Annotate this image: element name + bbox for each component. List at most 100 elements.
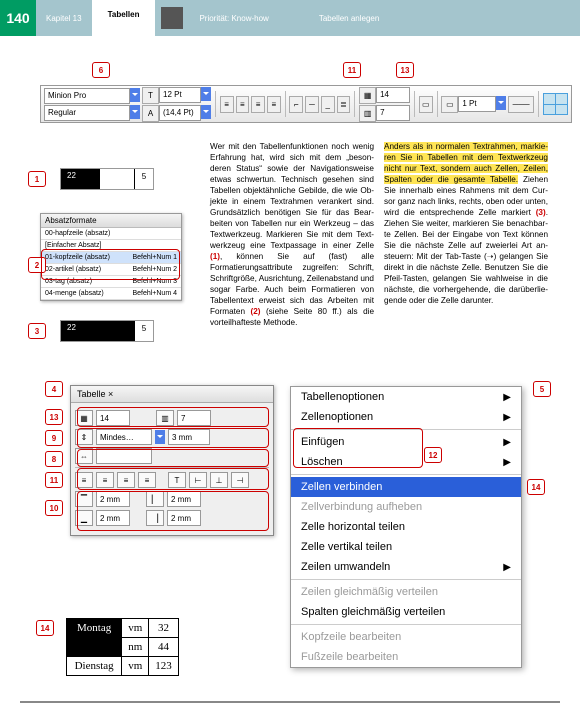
page-header: 140 Kapitel 13 Tabellen Priorität: Know-… xyxy=(0,0,580,36)
cell: Montag xyxy=(67,619,122,638)
priority-label: Priorität: Know-how xyxy=(189,14,278,23)
callout-4: 4 xyxy=(45,381,63,397)
style-row[interactable]: 03-tag (absatz)Befehl+Num 3 xyxy=(41,276,181,288)
min-height-field[interactable]: 3 mm xyxy=(168,429,210,445)
callout-14b: 14 xyxy=(527,479,545,495)
align-left-icon[interactable]: ≡ xyxy=(75,472,93,488)
font-size-field[interactable]: 12 Pt xyxy=(159,87,201,103)
footer-rule xyxy=(20,701,560,703)
valign-justify-icon[interactable]: ≣ xyxy=(337,96,351,113)
col-width-icon: ⇔ xyxy=(75,448,93,464)
inset-right[interactable]: 2 mm xyxy=(167,510,201,526)
dropdown-icon[interactable] xyxy=(155,430,165,444)
callout-8: 8 xyxy=(45,451,63,467)
inset-left[interactable]: 2 mm xyxy=(167,491,201,507)
dropdown-icon[interactable] xyxy=(496,96,506,110)
callout-5: 5 xyxy=(533,381,551,397)
active-tab: Tabellen xyxy=(92,0,156,36)
panel-title: Absatzformate xyxy=(41,214,181,228)
callout-3: 3 xyxy=(28,323,46,339)
cell-right: 5 xyxy=(134,169,153,189)
stroke-style-field[interactable]: ─── xyxy=(508,96,533,113)
menu-edit-header: Kopfzeile bearbeiten xyxy=(291,627,521,647)
table-panel: Tabelle × ▦ 14 ▥ 7 ⇕ Mindes… 3 mm ⇔ ≡ ≡ … xyxy=(70,385,274,536)
submenu-arrow-icon: ▶ xyxy=(503,437,511,448)
cell-right: 5 xyxy=(134,321,153,341)
inset-top[interactable]: 2 mm xyxy=(96,491,130,507)
merge-cells-icon[interactable]: ▭ xyxy=(419,96,433,113)
style-header: 00-hapfzeile (absatz) xyxy=(41,228,181,240)
menu-cell-options[interactable]: Zellenoptionen▶ xyxy=(291,407,521,427)
align-right-icon[interactable]: ≡ xyxy=(251,96,265,113)
cell xyxy=(67,638,122,657)
font-weight-field[interactable]: Regular xyxy=(44,105,130,121)
menu-delete[interactable]: Löschen▶ xyxy=(291,452,521,472)
font-family-field[interactable]: Minion Pro xyxy=(44,88,130,104)
dropdown-icon[interactable] xyxy=(201,87,211,101)
submenu-arrow-icon: ▶ xyxy=(503,392,511,403)
body-text-col1: Wer mit den Tabellenfunktionen noch weni… xyxy=(210,141,374,328)
mini-table-3: 22 5 xyxy=(60,320,154,342)
callout-6: 6 xyxy=(92,62,110,78)
menu-dist-cols[interactable]: Spalten gleichmäßig verteilen xyxy=(291,602,521,622)
menu-unmerge-cells: Zellverbindung aufheben xyxy=(291,497,521,517)
rows-field[interactable]: 14 xyxy=(376,87,410,103)
menu-split-horiz[interactable]: Zelle horizontal teilen xyxy=(291,517,521,537)
cell: Dienstag xyxy=(67,657,122,676)
stroke-weight-field[interactable]: 1 Pt xyxy=(458,96,496,112)
style-row[interactable]: 04-menge (absatz)Befehl+Num 4 xyxy=(41,288,181,300)
style-row-selected[interactable]: 01-kopfzeile (absatz)Befehl+Num 1 xyxy=(41,252,181,264)
menu-insert[interactable]: Einfügen▶ xyxy=(291,432,521,452)
text-rotate-270-icon[interactable]: ⊣ xyxy=(231,472,249,488)
paragraph-styles-panel: Absatzformate 00-hapfzeile (absatz) [Ein… xyxy=(40,213,182,301)
align-center-icon[interactable]: ≡ xyxy=(96,472,114,488)
menu-edit-footer: Fußzeile bearbeiten xyxy=(291,647,521,667)
dropdown-icon[interactable] xyxy=(201,105,211,119)
align-justify-icon[interactable]: ≡ xyxy=(267,96,281,113)
callout-9: 9 xyxy=(45,430,63,446)
inset-bottom[interactable]: 2 mm xyxy=(96,510,130,526)
align-justify-icon[interactable]: ≡ xyxy=(138,472,156,488)
min-height-mode[interactable]: Mindes… xyxy=(96,429,152,445)
inset-top-icon: ▔ xyxy=(75,491,93,507)
col-width-field[interactable] xyxy=(96,448,152,464)
text-rotate-180-icon[interactable]: ⊥ xyxy=(210,472,228,488)
dropdown-icon[interactable] xyxy=(130,105,140,119)
cols-field[interactable]: 7 xyxy=(376,105,410,121)
callout-2: 2 xyxy=(28,257,46,273)
stroke-icon: ▭ xyxy=(441,96,458,113)
rows-icon: ▦ xyxy=(75,410,93,426)
leading-icon: A xyxy=(142,105,159,122)
cols-field[interactable]: 7 xyxy=(177,410,211,426)
valign-bottom-icon[interactable]: _ xyxy=(321,96,335,113)
cell-selected: 22 xyxy=(61,169,99,189)
align-right-icon[interactable]: ≡ xyxy=(117,472,135,488)
style-row[interactable]: [Einfacher Absatz] xyxy=(41,240,181,252)
menu-convert-rows[interactable]: Zeilen umwandeln▶ xyxy=(291,557,521,577)
submenu-arrow-icon: ▶ xyxy=(503,412,511,423)
callout-1: 1 xyxy=(28,171,46,187)
table-preview-icon[interactable] xyxy=(543,93,568,115)
callout-12: 12 xyxy=(424,447,442,463)
text-rotate-90-icon[interactable]: ⊢ xyxy=(189,472,207,488)
menu-table-options[interactable]: Tabellenoptionen▶ xyxy=(291,387,521,407)
align-left-icon[interactable]: ≡ xyxy=(220,96,234,113)
align-center-icon[interactable]: ≡ xyxy=(236,96,250,113)
style-row[interactable]: 02-artikel (absatz)Befehl+Num 2 xyxy=(41,264,181,276)
cell-selected: 22 xyxy=(61,321,99,341)
leading-field[interactable]: (14,4 Pt) xyxy=(159,105,201,121)
font-size-icon: T xyxy=(142,87,159,104)
menu-merge-cells[interactable]: Zellen verbinden xyxy=(291,477,521,497)
submenu-arrow-icon: ▶ xyxy=(503,457,511,468)
menu-split-vert[interactable]: Zelle vertikal teilen xyxy=(291,537,521,557)
dropdown-icon[interactable] xyxy=(130,88,140,102)
valign-top-icon[interactable]: ⌐ xyxy=(289,96,303,113)
body-text-col2: Anders als in normalen Textrahmen, marki… xyxy=(384,141,548,306)
table-context-menu: Tabellenoptionen▶ Zellenoptionen▶ Einfüg… xyxy=(290,386,522,668)
text-rotate-0-icon[interactable]: T xyxy=(168,472,186,488)
panel-tab[interactable]: Tabelle × xyxy=(71,386,273,403)
callout-10: 10 xyxy=(45,500,63,516)
valign-middle-icon[interactable]: ─ xyxy=(305,96,319,113)
submenu-arrow-icon: ▶ xyxy=(503,562,511,573)
rows-field[interactable]: 14 xyxy=(96,410,130,426)
